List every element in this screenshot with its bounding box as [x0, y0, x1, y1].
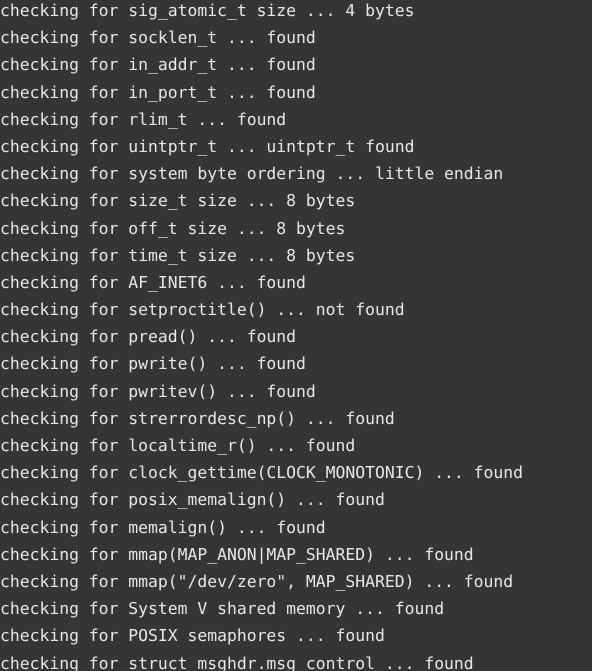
terminal-line: checking for pread() ... found	[0, 327, 297, 347]
terminal-line: checking for strerrordesc_np() ... found	[0, 408, 395, 428]
terminal-line: checking for AF_INET6 ... found	[0, 272, 306, 292]
terminal-line: checking for sig_atomic_t size ... 4 byt…	[0, 1, 415, 20]
terminal-line: checking for localtime_r() ... found	[0, 436, 356, 455]
terminal-line: checking for struct msghdr.msg_control .…	[0, 653, 474, 671]
terminal-line: checking for socklen_t ... found	[0, 28, 316, 48]
terminal-line: checking for posix_memalign() ... found	[0, 490, 385, 510]
terminal-line: checking for time_t size ... 8 bytes	[0, 245, 356, 265]
terminal-line: checking for mmap("/dev/zero", MAP_SHARE…	[0, 571, 514, 591]
terminal-line: checking for setproctitle() ... not foun…	[0, 300, 405, 320]
terminal-line: checking for in_addr_t ... found	[0, 55, 316, 75]
terminal-line: checking for off_t size ... 8 bytes	[0, 218, 346, 238]
terminal-line: checking for pwrite() ... found	[0, 354, 306, 374]
terminal-line: checking for pwritev() ... found	[0, 381, 316, 401]
terminal-line: checking for memalign() ... found	[0, 517, 326, 537]
terminal-line: checking for rlim_t ... found	[0, 109, 287, 129]
terminal-line: checking for system byte ordering ... li…	[0, 164, 504, 184]
terminal-output-area[interactable]: checking for sig_atomic_t size ... 4 byt…	[0, 0, 592, 671]
terminal-line: checking for size_t size ... 8 bytes	[0, 191, 356, 211]
terminal-line: checking for in_port_t ... found	[0, 82, 316, 102]
terminal-line: checking for POSIX semaphores ... found	[0, 626, 385, 646]
terminal-line: checking for clock_gettime(CLOCK_MONOTON…	[0, 463, 524, 483]
terminal-line: checking for System V shared memory ... …	[0, 599, 445, 619]
terminal-window[interactable]: checking for sig_atomic_t size ... 4 byt…	[0, 0, 592, 671]
terminal-line: checking for uintptr_t ... uintptr_t fou…	[0, 136, 415, 156]
terminal-line: checking for mmap(MAP_ANON|MAP_SHARED) .…	[0, 544, 474, 564]
